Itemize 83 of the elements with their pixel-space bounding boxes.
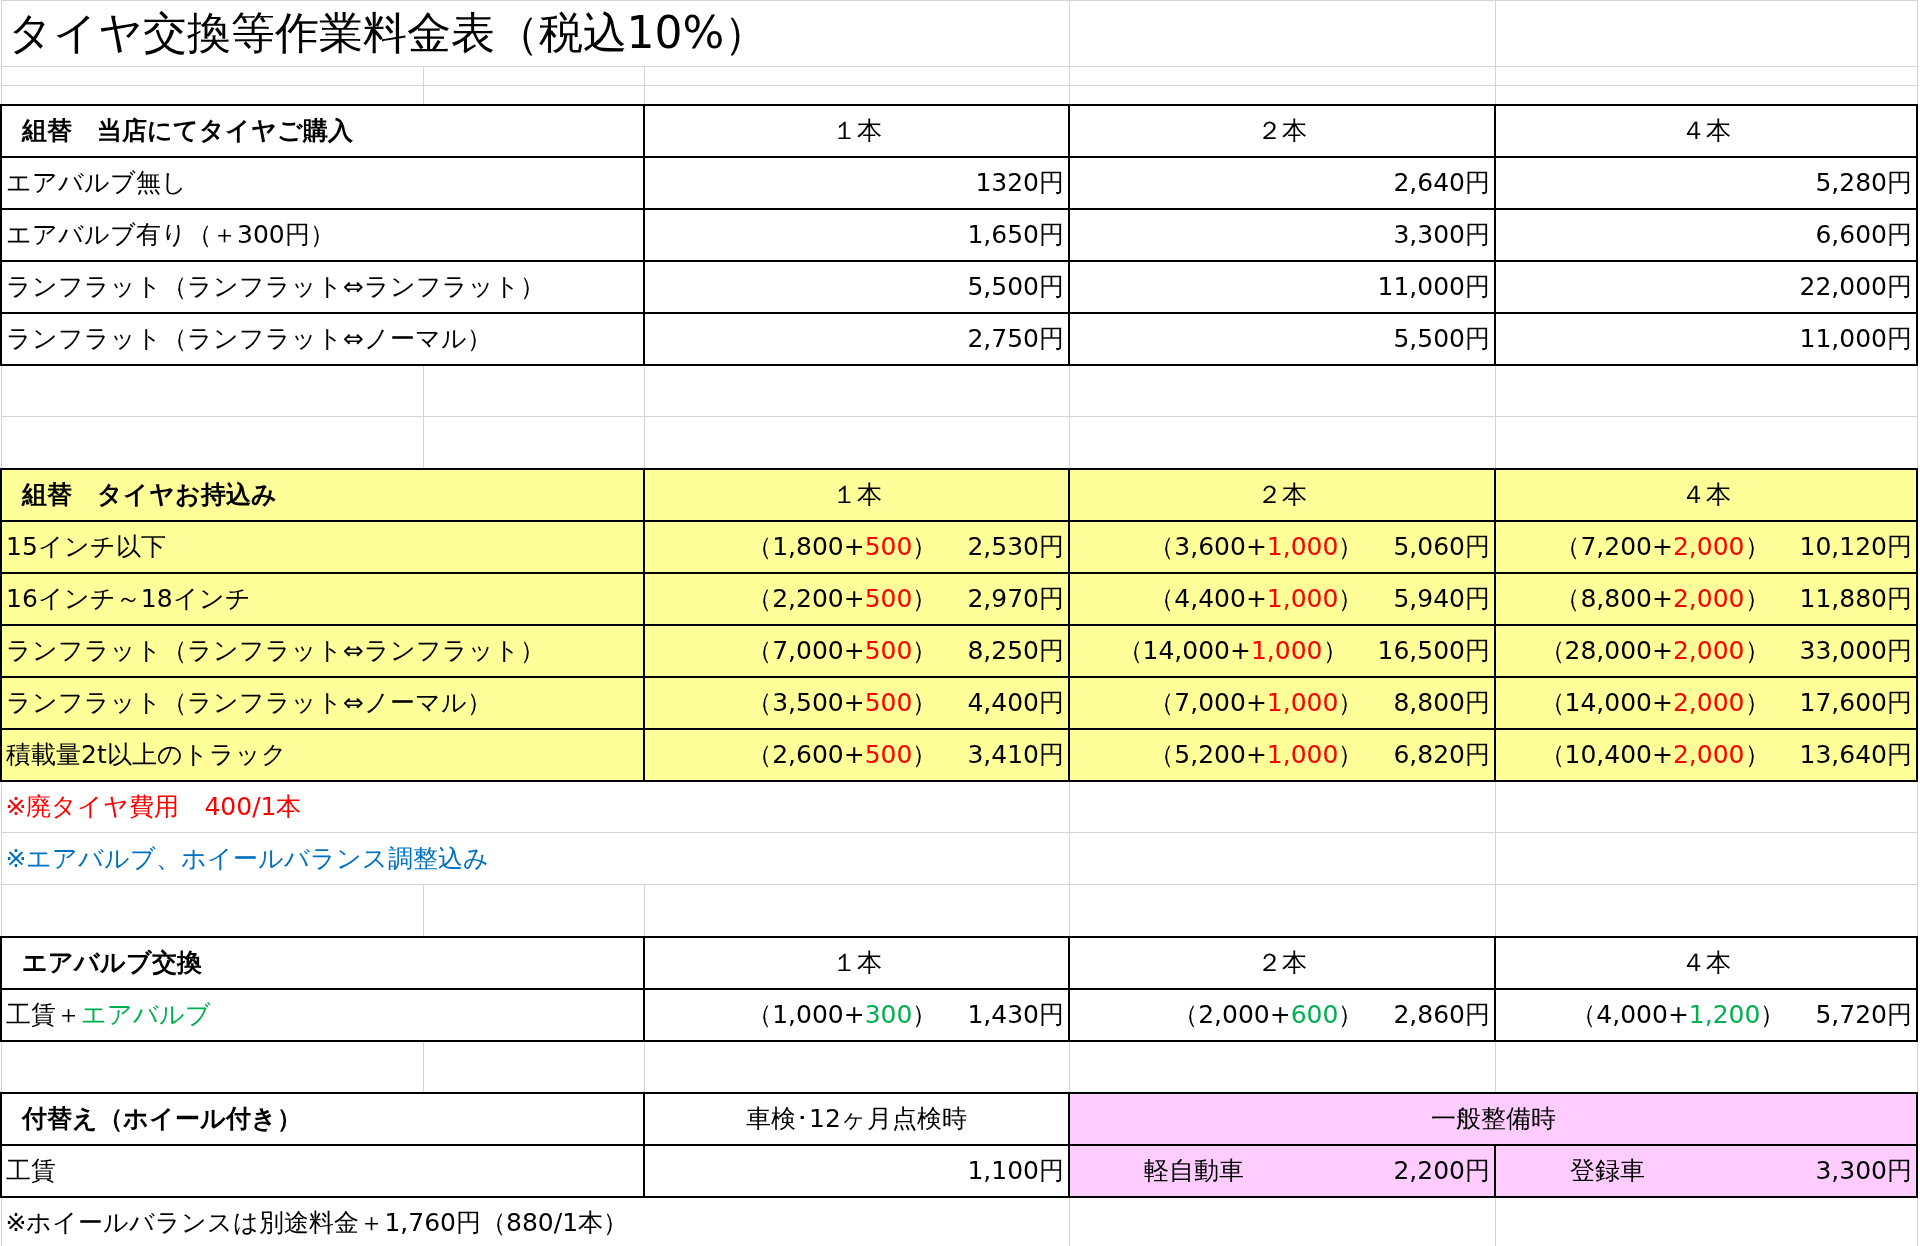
row-label: ランフラット（ランフラット⇔ノーマル） bbox=[1, 312, 644, 365]
row-label: 積載量2t以上のトラック bbox=[1, 728, 644, 781]
price-total: 11,000円 bbox=[1799, 323, 1912, 355]
price-breakdown: （28,000+2,000） bbox=[1539, 635, 1770, 667]
price-breakdown: （2,000+600） bbox=[1173, 999, 1364, 1031]
row-label: エアバルブ有り（＋300円） bbox=[1, 208, 644, 261]
price-total: 17,600円 bbox=[1799, 687, 1912, 719]
price-breakdown: （14,000+1,000） bbox=[1117, 635, 1348, 667]
price-breakdown: （7,000+1,000） bbox=[1149, 687, 1364, 719]
price-total: 2,860円 bbox=[1393, 999, 1490, 1031]
price-total: 11,000円 bbox=[1377, 271, 1490, 303]
column-header: １本 bbox=[644, 104, 1069, 157]
price-total: 8,250円 bbox=[967, 635, 1064, 667]
price-breakdown: （4,000+1,200） bbox=[1571, 999, 1786, 1031]
row-label: ランフラット（ランフラット⇔ランフラット） bbox=[1, 624, 644, 677]
row-label: 15インチ以下 bbox=[1, 520, 644, 573]
vehicle-type: 軽自動車 bbox=[1144, 1155, 1244, 1187]
price-total: 13,640円 bbox=[1799, 739, 1912, 771]
price-total: 2,640円 bbox=[1393, 167, 1490, 199]
price-breakdown: （1,800+500） bbox=[747, 531, 938, 563]
price-breakdown: （2,200+500） bbox=[747, 583, 938, 615]
section-heading: 組替 タイヤお持込み bbox=[1, 468, 644, 521]
price-total: 5,720円 bbox=[1815, 999, 1912, 1031]
column-header: １本 bbox=[644, 468, 1069, 521]
price-total: 1320円 bbox=[975, 167, 1064, 199]
row-label: 工賃 bbox=[1, 1144, 644, 1197]
price-total: 2,970円 bbox=[967, 583, 1064, 615]
column-header: 一般整備時 bbox=[1069, 1092, 1917, 1145]
vehicle-type: 登録車 bbox=[1570, 1155, 1645, 1187]
column-header: ４本 bbox=[1495, 936, 1917, 989]
section-heading: 組替 当店にてタイヤご購入 bbox=[1, 104, 644, 157]
column-header: 車検･12ヶ月点検時 bbox=[644, 1092, 1069, 1145]
price-total: 2,530円 bbox=[967, 531, 1064, 563]
row-label: 16インチ～18インチ bbox=[1, 572, 644, 625]
sheet-title: タイヤ交換等作業料金表（税込10%） bbox=[1, 0, 1069, 67]
price-breakdown: （3,600+1,000） bbox=[1149, 531, 1364, 563]
price-total: 6,600円 bbox=[1815, 219, 1912, 251]
price-total: 11,880円 bbox=[1799, 583, 1912, 615]
price-breakdown: （8,800+2,000） bbox=[1555, 583, 1770, 615]
price-total: 2,750円 bbox=[967, 323, 1064, 355]
price-breakdown: （14,000+2,000） bbox=[1539, 687, 1770, 719]
price-total: 1,430円 bbox=[967, 999, 1064, 1031]
column-header: ４本 bbox=[1495, 104, 1917, 157]
price-breakdown: （7,200+2,000） bbox=[1555, 531, 1770, 563]
row-label: エアバルブ無し bbox=[1, 156, 644, 209]
price-total: 4,400円 bbox=[967, 687, 1064, 719]
section-heading: 付替え（ホイール付き） bbox=[1, 1092, 644, 1145]
price-total: 5,500円 bbox=[967, 271, 1064, 303]
price-total: 16,500円 bbox=[1377, 635, 1490, 667]
row-label: 工賃＋エアバルブ bbox=[6, 1000, 211, 1029]
column-header: ２本 bbox=[1069, 468, 1495, 521]
price-total: 5,940円 bbox=[1393, 583, 1490, 615]
column-header: ２本 bbox=[1069, 104, 1495, 157]
price-breakdown: （5,200+1,000） bbox=[1149, 739, 1364, 771]
note-text: ※ホイールバランスは別途料金＋1,760円（880/1本） bbox=[1, 1196, 1069, 1246]
price-total: 2,200円 bbox=[1393, 1155, 1490, 1187]
column-header: ２本 bbox=[1069, 936, 1495, 989]
price-total: 3,300円 bbox=[1393, 219, 1490, 251]
price-breakdown: （3,500+500） bbox=[747, 687, 938, 719]
price-total: 3,300円 bbox=[1815, 1155, 1912, 1187]
price-total: 8,800円 bbox=[1393, 687, 1490, 719]
column-header: ４本 bbox=[1495, 468, 1917, 521]
price-total: 10,120円 bbox=[1799, 531, 1912, 563]
price-total: 5,500円 bbox=[1393, 323, 1490, 355]
price-total: 22,000円 bbox=[1799, 271, 1912, 303]
price-breakdown: （4,400+1,000） bbox=[1149, 583, 1364, 615]
price-total: 1,100円 bbox=[644, 1144, 1069, 1197]
price-total: 5,060円 bbox=[1393, 531, 1490, 563]
price-total: 5,280円 bbox=[1815, 167, 1912, 199]
column-header: １本 bbox=[644, 936, 1069, 989]
price-breakdown: （7,000+500） bbox=[747, 635, 938, 667]
price-total: 3,410円 bbox=[967, 739, 1064, 771]
section-heading: エアバルブ交換 bbox=[1, 936, 644, 989]
price-breakdown: （10,400+2,000） bbox=[1539, 739, 1770, 771]
price-total: 33,000円 bbox=[1799, 635, 1912, 667]
row-label: ランフラット（ランフラット⇔ノーマル） bbox=[1, 676, 644, 729]
price-breakdown: （2,600+500） bbox=[747, 739, 938, 771]
price-breakdown: （1,000+300） bbox=[747, 999, 938, 1031]
price-total: 6,820円 bbox=[1393, 739, 1490, 771]
note-text: ※エアバルブ、ホイールバランス調整込み bbox=[1, 832, 1069, 885]
price-total: 1,650円 bbox=[967, 219, 1064, 251]
row-label: ランフラット（ランフラット⇔ランフラット） bbox=[1, 260, 644, 313]
note-text: ※廃タイヤ費用 400/1本 bbox=[1, 780, 1069, 833]
